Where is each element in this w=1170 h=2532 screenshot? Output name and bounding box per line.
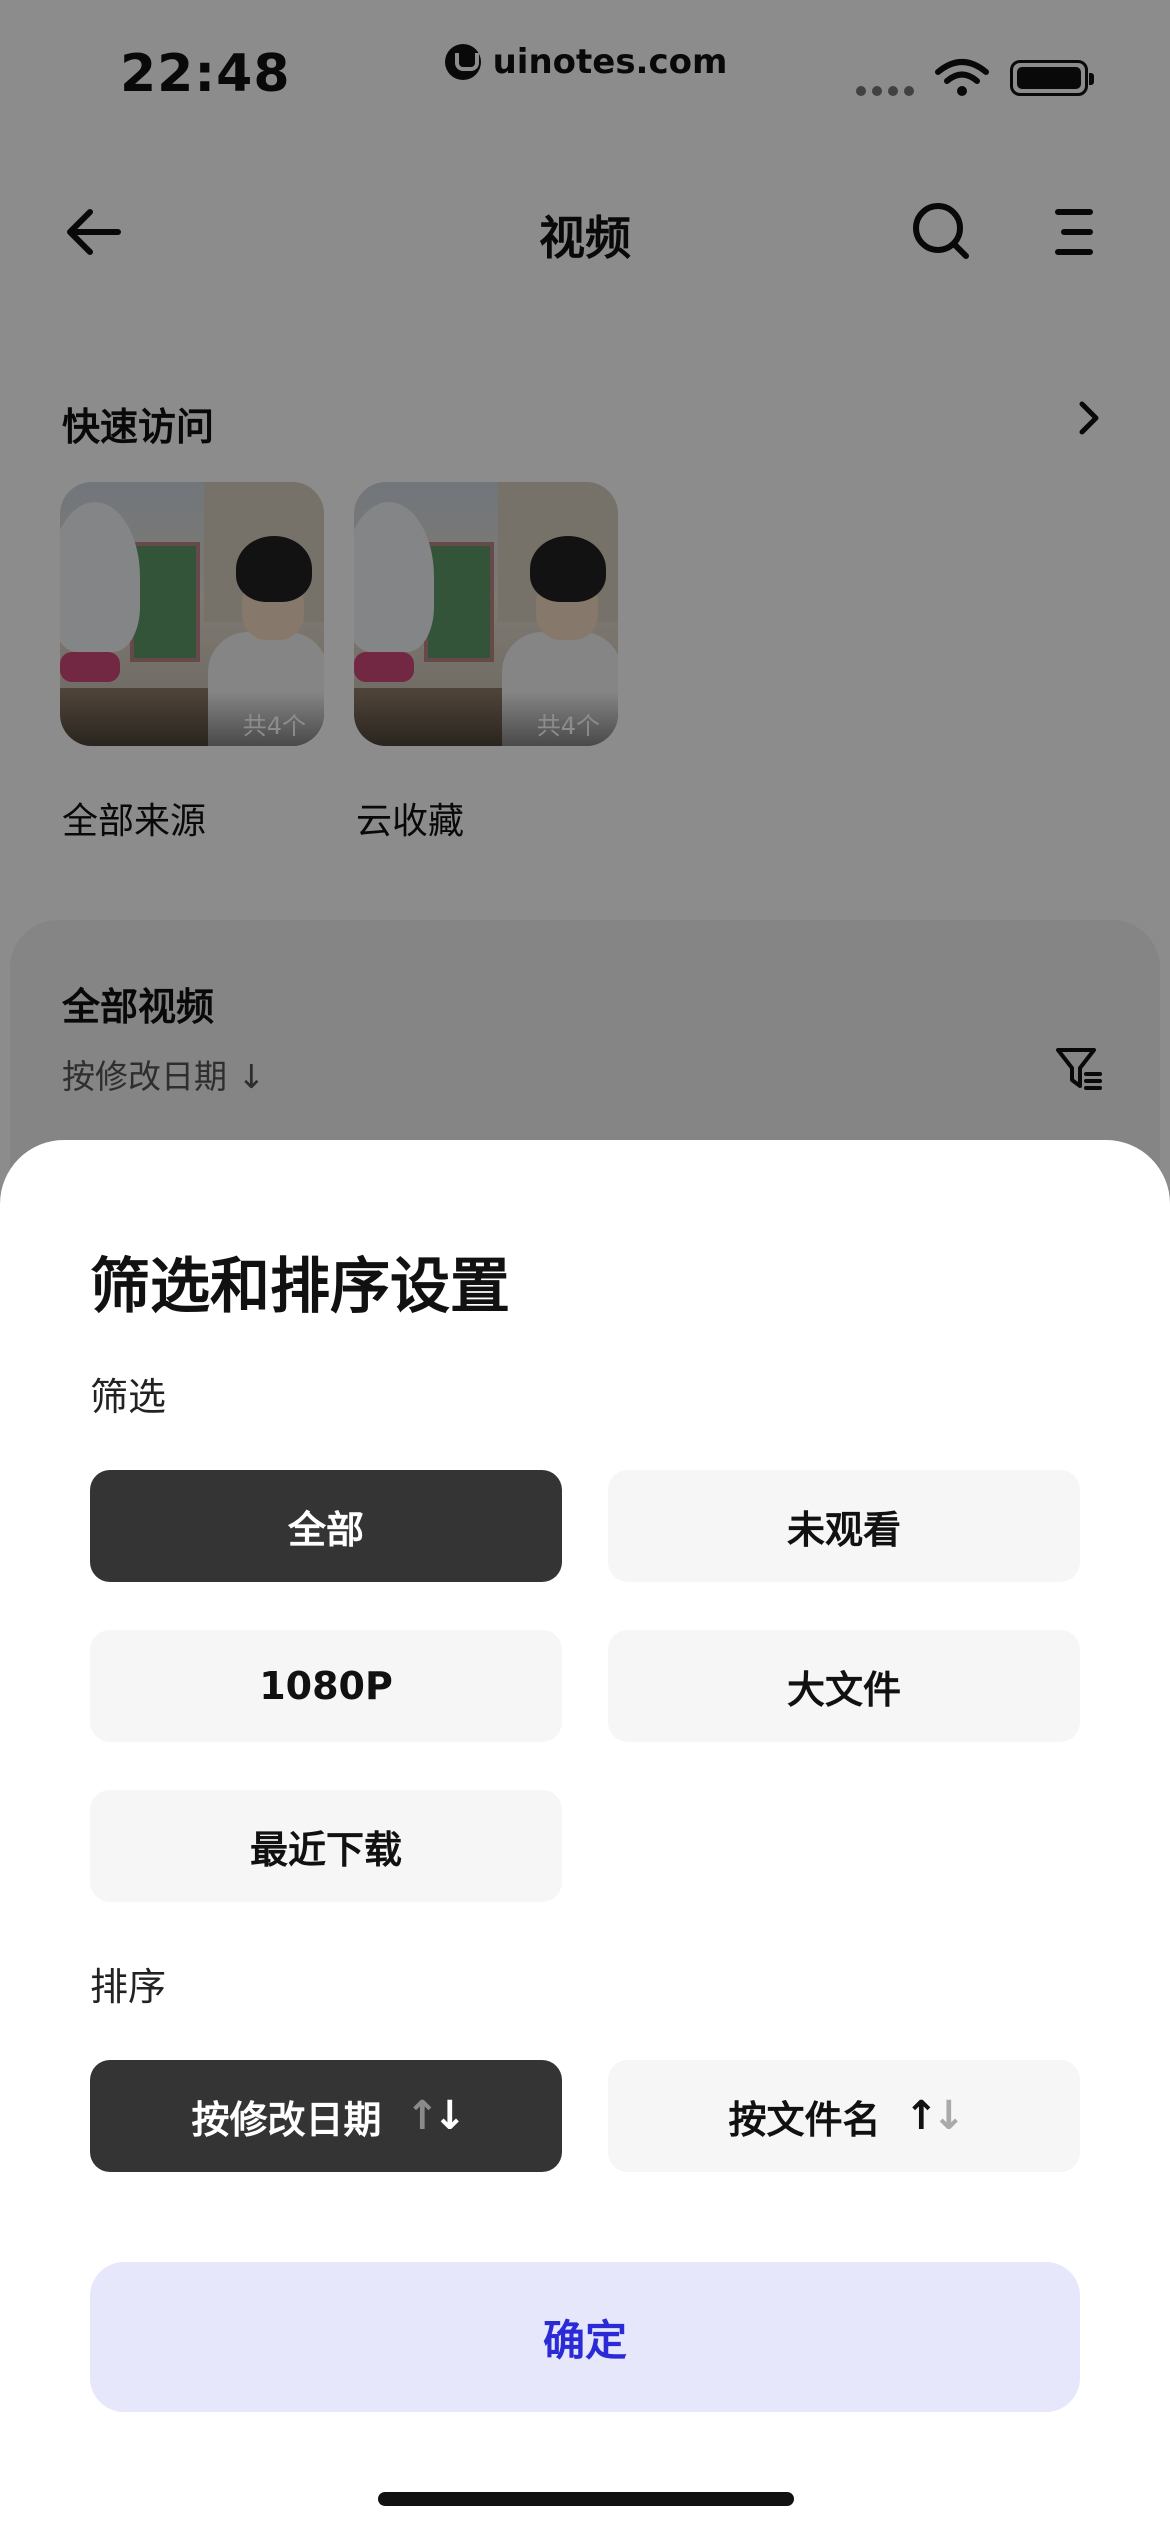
option-label: 按文件名 — [728, 2097, 881, 2142]
sort-direction-icon: ↑↓ — [405, 2093, 466, 2139]
filter-option-1080p[interactable]: 1080P — [90, 1630, 562, 1742]
filter-option-recent-download[interactable]: 最近下载 — [90, 1790, 562, 1902]
filter-option-unwatched[interactable]: 未观看 — [608, 1470, 1080, 1582]
option-label: 大文件 — [786, 1667, 901, 1712]
filter-option-large-file[interactable]: 大文件 — [608, 1630, 1080, 1742]
sort-option-modified-date[interactable]: 按修改日期 ↑↓ — [90, 2060, 562, 2172]
sort-section-label: 排序 — [90, 1965, 167, 2009]
option-label: 按修改日期 — [191, 2097, 382, 2142]
filter-sort-sheet: 筛选和排序设置 筛选 全部 未观看 1080P 大文件 最近下载 排序 按修改日… — [0, 1140, 1170, 2532]
option-label: 未观看 — [786, 1507, 901, 1552]
sort-option-file-name[interactable]: 按文件名 ↑↓ — [608, 2060, 1080, 2172]
option-label: 全部 — [287, 1507, 364, 1552]
filter-option-all[interactable]: 全部 — [90, 1470, 562, 1582]
filter-section-label: 筛选 — [90, 1375, 167, 1419]
option-label: 最近下载 — [249, 1827, 402, 1872]
sort-direction-icon: ↑↓ — [904, 2093, 965, 2139]
confirm-button[interactable]: 确定 — [90, 2262, 1080, 2412]
sheet-title: 筛选和排序设置 — [90, 1252, 510, 1322]
screen: 22:48 uinotes.com 视频 快速访问 共4个 全部来源 共4个 云… — [0, 0, 1170, 2532]
option-label: 1080P — [259, 1664, 393, 1708]
home-indicator — [378, 2492, 794, 2506]
